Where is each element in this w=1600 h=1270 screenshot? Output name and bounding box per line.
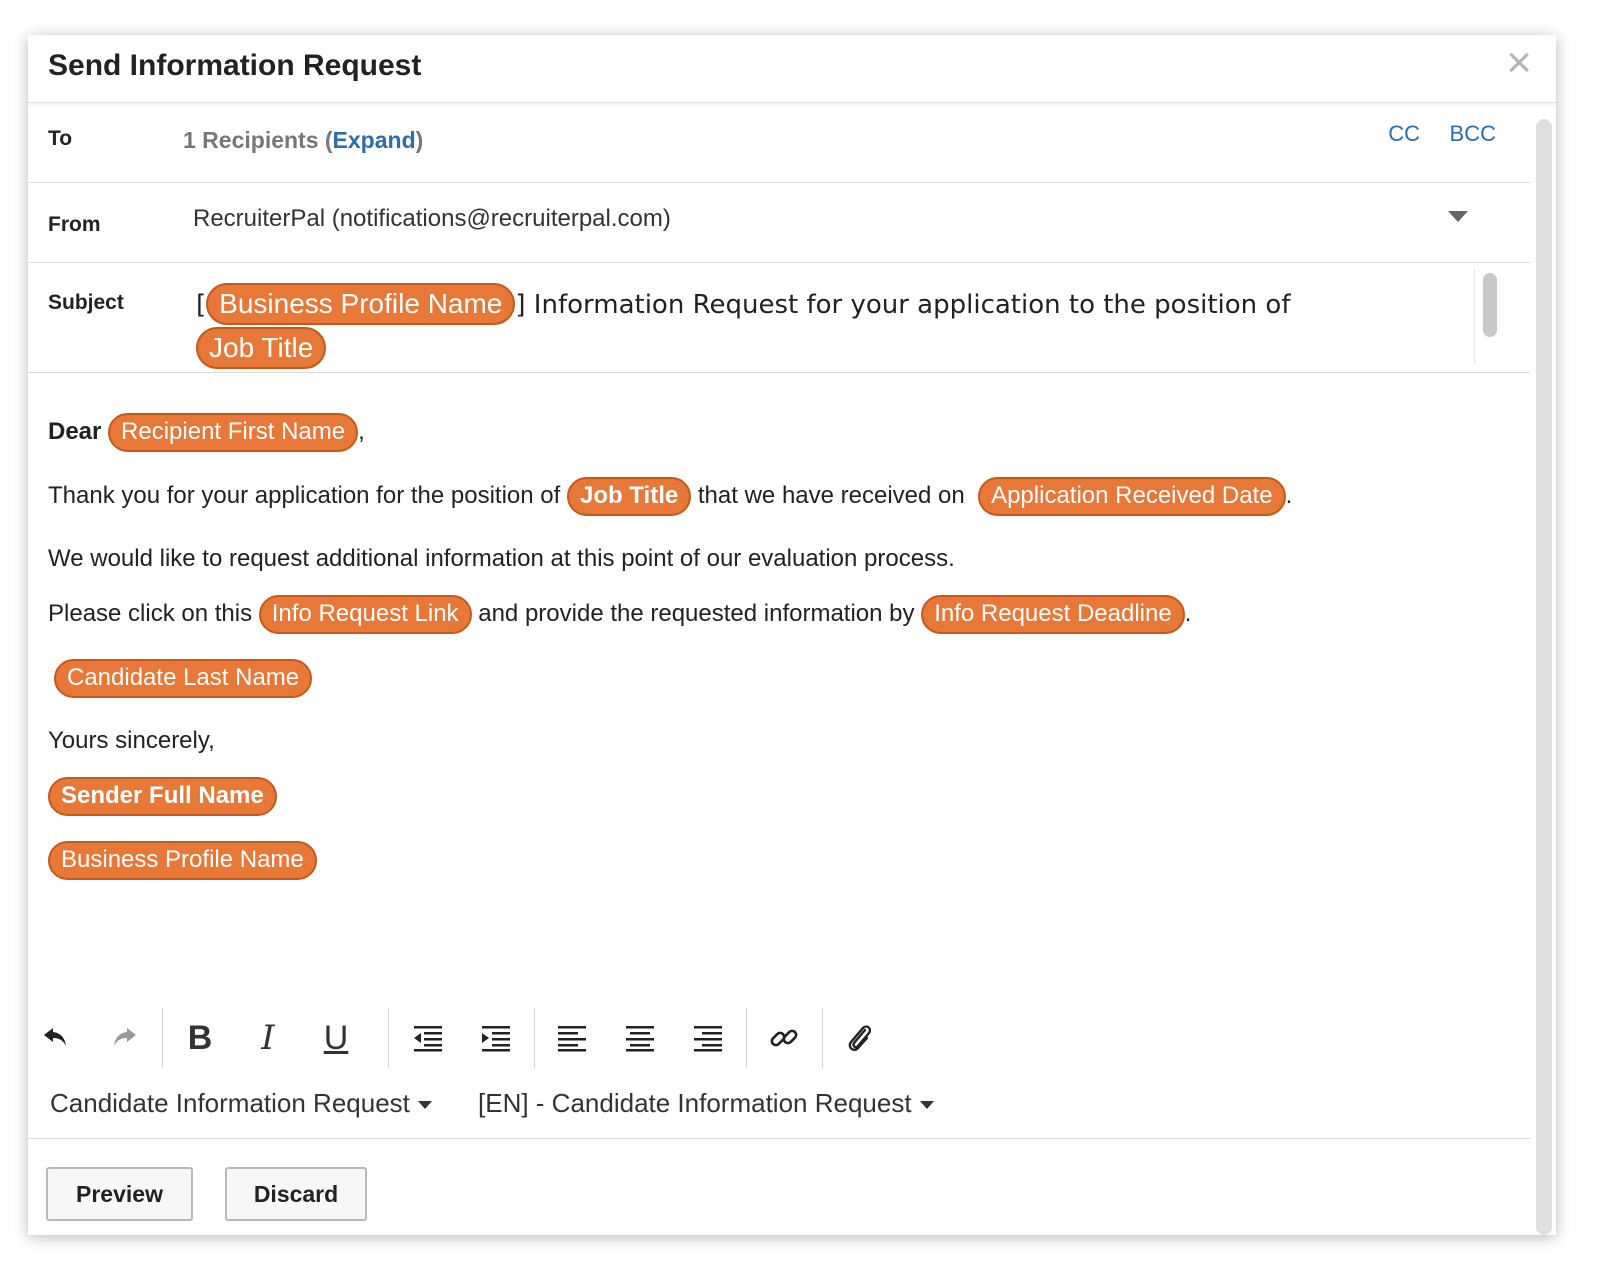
undo-icon[interactable] (34, 1016, 78, 1060)
dialog-footer: Preview Discard (28, 1138, 1530, 1235)
template-category-value: Candidate Information Request (50, 1088, 410, 1118)
body-line-sender: Sender Full Name (48, 777, 277, 816)
subject-text: ] Information Request for your applicati… (515, 290, 1291, 320)
from-row[interactable]: From RecruiterPal (notifications@recruit… (28, 183, 1530, 263)
closing-line: Yours sincerely, (48, 727, 215, 754)
subject-input[interactable]: [Business Profile Name] Information Requ… (196, 283, 1436, 371)
body-text: Thank you for your application for the p… (48, 482, 561, 509)
send-information-request-dialog: Send Information Request × To 1 Recipien… (28, 35, 1556, 1235)
subject-bracket: [ (196, 290, 207, 320)
greeting-line: Dear Recipient First Name, (48, 413, 365, 452)
body-line-4: Candidate Last Name (54, 659, 313, 698)
merge-tag-candidate-last-name[interactable]: Candidate Last Name (54, 659, 313, 698)
close-icon[interactable]: × (1506, 41, 1532, 85)
body-text: . (1285, 482, 1293, 509)
recipients-count: 1 Recipients ( (183, 127, 333, 153)
cc-link[interactable]: CC (1388, 121, 1420, 147)
merge-tag-business-profile-name[interactable]: Business Profile Name (48, 841, 317, 880)
caret-down-icon (919, 1101, 934, 1110)
dialog-scrollbar[interactable] (1536, 119, 1552, 1235)
dialog-title: Send Information Request (48, 49, 422, 82)
merge-tag-job-title[interactable]: Job Title (566, 477, 692, 516)
paperclip-icon[interactable] (838, 1016, 882, 1060)
bold-icon[interactable]: B (178, 1016, 222, 1060)
body-text: and provide the requested information by (478, 600, 915, 627)
redo-icon[interactable] (102, 1016, 146, 1060)
merge-tag-info-request-link[interactable]: Info Request Link (258, 595, 472, 634)
body-line-business: Business Profile Name (48, 841, 317, 880)
body-line-1: Thank you for your application for the p… (48, 477, 1292, 516)
template-select[interactable]: [EN] - Candidate Information Request (478, 1088, 934, 1119)
greeting-text: Dear (48, 418, 102, 445)
to-label: To (48, 127, 73, 150)
from-label: From (48, 213, 101, 236)
toolbar-divider (388, 1008, 389, 1068)
align-left-icon[interactable] (550, 1016, 594, 1060)
chevron-down-icon[interactable] (1448, 211, 1468, 222)
greeting-comma: , (358, 418, 365, 445)
to-row: To 1 Recipients (Expand) CC BCC (28, 103, 1530, 183)
merge-tag-application-received-date[interactable]: Application Received Date (978, 477, 1286, 516)
underline-icon[interactable]: U (314, 1016, 358, 1060)
merge-tag-info-request-deadline[interactable]: Info Request Deadline (921, 595, 1185, 634)
recipients-paren: ) (415, 127, 424, 153)
merge-tag-recipient-first-name[interactable]: Recipient First Name (108, 413, 359, 452)
body-text: Please click on this (48, 600, 253, 627)
toolbar-divider (534, 1008, 535, 1068)
italic-icon[interactable]: I (246, 1016, 290, 1060)
indent-icon[interactable] (474, 1016, 518, 1060)
merge-tag-business-profile-name[interactable]: Business Profile Name (206, 283, 516, 325)
from-select-value[interactable]: RecruiterPal (notifications@recruiterpal… (193, 205, 671, 233)
subject-scrollbar-thumb[interactable] (1483, 273, 1497, 337)
caret-down-icon (417, 1101, 432, 1110)
toolbar-divider (746, 1008, 747, 1068)
template-value: [EN] - Candidate Information Request (478, 1088, 912, 1118)
subject-row: Subject [Business Profile Name] Informat… (28, 263, 1530, 373)
merge-tag-sender-full-name[interactable]: Sender Full Name (48, 777, 277, 816)
dialog-header: Send Information Request × (28, 35, 1556, 103)
link-icon[interactable] (762, 1016, 806, 1060)
subject-label: Subject (48, 291, 124, 314)
toolbar-divider (162, 1008, 163, 1068)
expand-recipients-link[interactable]: Expand (333, 127, 416, 153)
body-line-3: Please click on this Info Request Link a… (48, 595, 1191, 634)
align-center-icon[interactable] (618, 1016, 662, 1060)
merge-tag-job-title[interactable]: Job Title (196, 327, 327, 369)
align-right-icon[interactable] (686, 1016, 730, 1060)
body-text: that we have received on (697, 482, 965, 509)
formatting-toolbar: B I U (28, 1008, 1530, 1078)
body-line-2: We would like to request additional info… (48, 545, 955, 572)
body-text: . (1184, 600, 1192, 627)
outdent-icon[interactable] (406, 1016, 450, 1060)
recipients-summary: 1 Recipients (Expand) (183, 127, 423, 154)
email-composer: To 1 Recipients (Expand) CC BCC From Rec… (28, 103, 1530, 1235)
subject-scrollbar[interactable] (1474, 269, 1502, 365)
bcc-link[interactable]: BCC (1450, 121, 1496, 147)
preview-button[interactable]: Preview (46, 1167, 193, 1221)
template-category-select[interactable]: Candidate Information Request (50, 1088, 432, 1119)
toolbar-divider (822, 1008, 823, 1068)
discard-button[interactable]: Discard (225, 1167, 367, 1221)
